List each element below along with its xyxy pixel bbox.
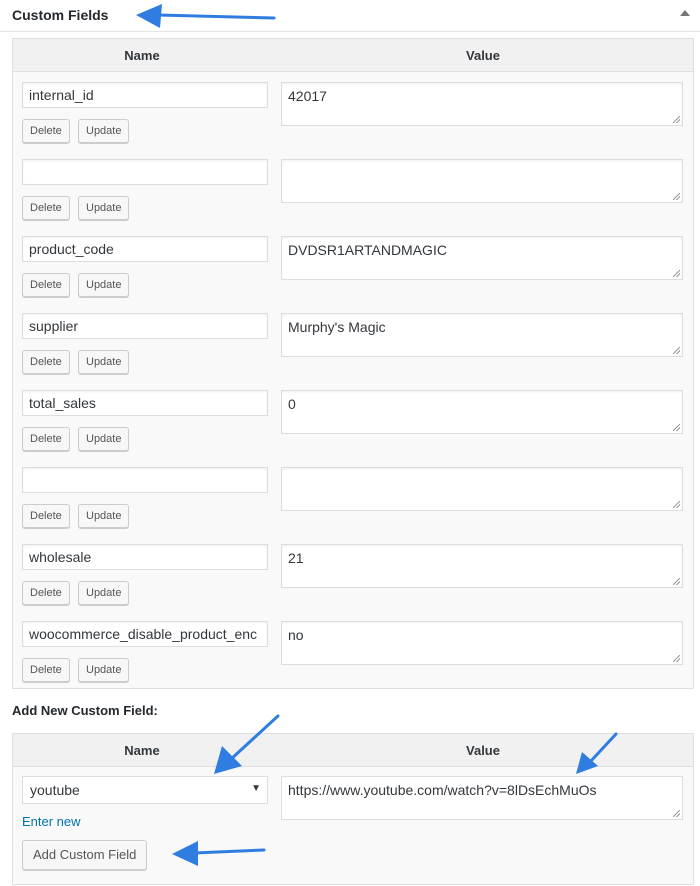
resize-handle-icon[interactable]	[673, 501, 680, 508]
custom-field-row: total_sales 0 Delete Update	[13, 380, 693, 457]
field-value-textarea[interactable]: Murphy's Magic	[281, 313, 683, 357]
delete-field-button[interactable]: Delete	[22, 658, 70, 682]
field-key-input[interactable]: wholesale	[22, 544, 268, 570]
custom-fields-panel-header[interactable]: Custom Fields	[0, 0, 700, 32]
field-value: 42017	[288, 88, 327, 104]
resize-handle-icon[interactable]	[673, 424, 680, 431]
update-field-button[interactable]: Update	[78, 504, 130, 528]
new-field-value-textarea[interactable]: https://www.youtube.com/watch?v=8lDsEchM…	[281, 776, 683, 820]
custom-field-row: supplier Murphy's Magic Delete Update	[13, 303, 693, 380]
field-key-input[interactable]	[22, 467, 268, 493]
update-field-button[interactable]: Update	[78, 196, 130, 220]
field-value-textarea[interactable]: 0	[281, 390, 683, 434]
add-new-heading: Add New Custom Field:	[12, 703, 158, 718]
delete-field-button[interactable]: Delete	[22, 196, 70, 220]
field-value-textarea[interactable]: 21	[281, 544, 683, 588]
arrow-annotation-icon	[136, 4, 276, 28]
update-field-button[interactable]: Update	[78, 427, 130, 451]
update-field-button[interactable]: Update	[78, 581, 130, 605]
field-value-textarea[interactable]	[281, 159, 683, 203]
custom-fields-table: Name Value internal_id 42017 Delete Update D…	[12, 38, 694, 689]
delete-field-button[interactable]: Delete	[22, 427, 70, 451]
field-value-textarea[interactable]: 42017	[281, 82, 683, 126]
field-key-input[interactable]: product_code	[22, 236, 268, 262]
delete-field-button[interactable]: Delete	[22, 273, 70, 297]
resize-handle-icon[interactable]	[673, 578, 680, 585]
column-header-value: Value	[466, 743, 500, 758]
field-key-input[interactable]	[22, 159, 268, 185]
field-key-input[interactable]: internal_id	[22, 82, 268, 108]
custom-field-row: Delete Update	[13, 149, 693, 226]
dropdown-arrow-icon: ▼	[251, 783, 261, 794]
update-field-button[interactable]: Update	[78, 119, 130, 143]
field-value-textarea[interactable]: DVDSR1ARTANDMAGIC	[281, 236, 683, 280]
update-field-button[interactable]: Update	[78, 273, 130, 297]
arrow-annotation-icon	[576, 732, 618, 774]
field-value-textarea[interactable]	[281, 467, 683, 511]
new-field-value: https://www.youtube.com/watch?v=8lDsEchM…	[288, 782, 597, 798]
field-value: no	[288, 627, 304, 643]
update-field-button[interactable]: Update	[78, 658, 130, 682]
field-key-input[interactable]: woocommerce_disable_product_enc	[22, 621, 268, 647]
field-key-input[interactable]: supplier	[22, 313, 268, 339]
collapse-toggle-icon[interactable]	[680, 10, 690, 16]
resize-handle-icon[interactable]	[673, 270, 680, 277]
field-value: DVDSR1ARTANDMAGIC	[288, 242, 447, 258]
custom-field-row: woocommerce_disable_product_enc no Delete U…	[13, 611, 693, 688]
custom-field-row: internal_id 42017 Delete Update	[13, 72, 693, 149]
delete-field-button[interactable]: Delete	[22, 119, 70, 143]
enter-new-link[interactable]: Enter new	[22, 814, 81, 829]
delete-field-button[interactable]: Delete	[22, 504, 70, 528]
resize-handle-icon[interactable]	[673, 193, 680, 200]
field-key-input[interactable]: total_sales	[22, 390, 268, 416]
field-value: Murphy's Magic	[288, 319, 386, 335]
resize-handle-icon[interactable]	[673, 347, 680, 354]
delete-field-button[interactable]: Delete	[22, 581, 70, 605]
field-value: 21	[288, 550, 304, 566]
resize-handle-icon[interactable]	[673, 810, 680, 817]
update-field-button[interactable]: Update	[78, 350, 130, 374]
custom-field-row: product_code DVDSR1ARTANDMAGIC Delete Updat…	[13, 226, 693, 303]
panel-title: Custom Fields	[12, 7, 109, 23]
custom-field-row: Delete Update	[13, 457, 693, 534]
add-custom-field-button[interactable]: Add Custom Field	[22, 840, 148, 870]
arrow-annotation-icon	[214, 714, 280, 774]
selected-key: youtube	[30, 782, 80, 798]
new-field-key-select[interactable]: youtube ▼	[22, 776, 268, 804]
table-header: Name Value	[13, 39, 693, 72]
field-value: 0	[288, 396, 296, 412]
column-header-name: Name	[124, 48, 160, 63]
arrow-annotation-icon	[172, 841, 266, 866]
resize-handle-icon[interactable]	[673, 116, 680, 123]
custom-field-rows: internal_id 42017 Delete Update Delete Update…	[13, 72, 693, 688]
delete-field-button[interactable]: Delete	[22, 350, 70, 374]
field-value-textarea[interactable]: no	[281, 621, 683, 665]
column-header-value: Value	[466, 48, 500, 63]
custom-field-row: wholesale 21 Delete Update	[13, 534, 693, 611]
resize-handle-icon[interactable]	[673, 655, 680, 662]
